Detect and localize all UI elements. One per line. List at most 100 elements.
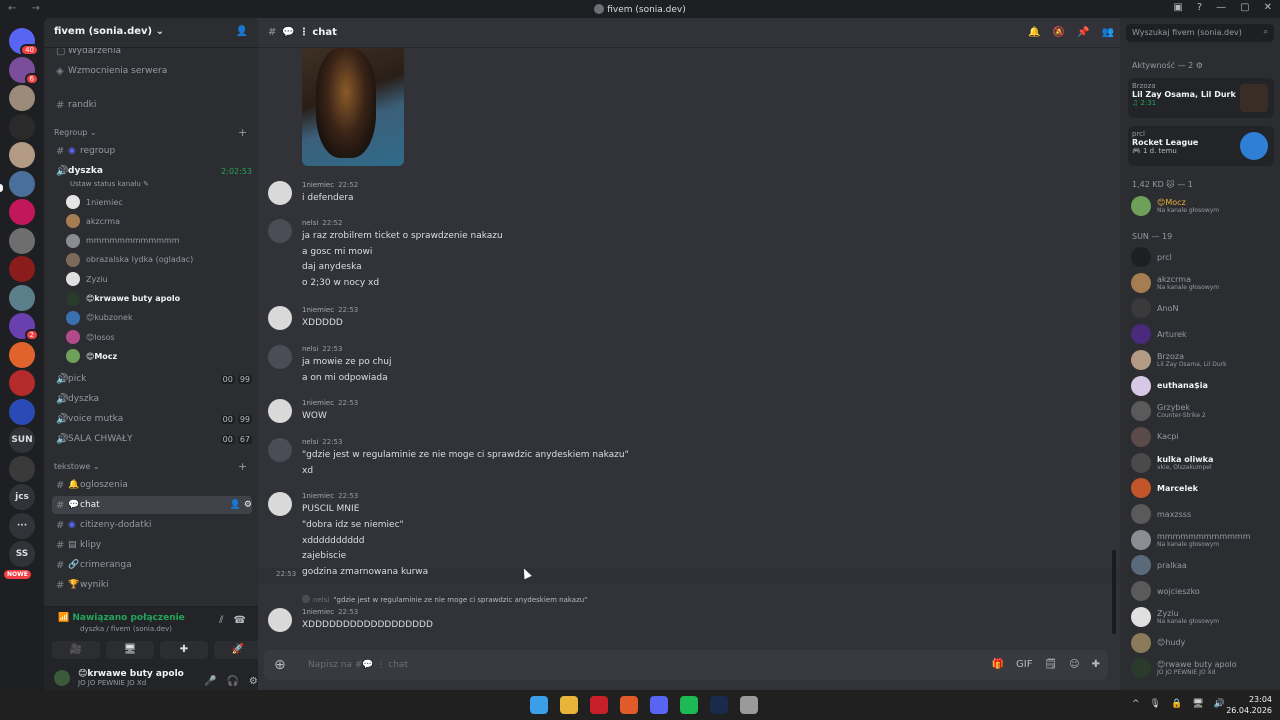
- inbox-icon[interactable]: ▣: [1173, 2, 1182, 13]
- channel-randki[interactable]: # randki: [52, 96, 252, 114]
- server-icon[interactable]: [9, 398, 35, 425]
- taskbar-app-windows[interactable]: [530, 696, 548, 714]
- gear-icon[interactable]: ⚙: [244, 500, 252, 510]
- taskbar-app-chrome[interactable]: [740, 696, 758, 714]
- emoji-icon[interactable]: ☺: [1069, 659, 1079, 670]
- channel-chat[interactable]: # 💬 chat 👤 ⚙: [52, 496, 252, 514]
- voice-user[interactable]: 1niemiec: [66, 194, 123, 210]
- disconnect-icon[interactable]: ☎: [234, 615, 246, 626]
- member-item[interactable]: 😊hudy: [1128, 631, 1276, 655]
- activity-card[interactable]: prcl Rocket League 🎮 1 d. temu: [1128, 126, 1274, 166]
- voice-user[interactable]: akzcrma: [66, 213, 120, 229]
- channel-events[interactable]: ▢ Wydarzenia: [52, 48, 252, 60]
- author-name[interactable]: nelsi: [302, 219, 318, 227]
- gif-icon[interactable]: GIF: [1016, 659, 1032, 670]
- server-icon[interactable]: ···: [9, 512, 35, 539]
- server-icon[interactable]: 6: [9, 56, 39, 85]
- server-icon[interactable]: [9, 227, 35, 254]
- add-channel-icon[interactable]: +: [238, 126, 247, 139]
- author-name[interactable]: 1niemiec: [302, 306, 334, 314]
- voice-channel-sala[interactable]: 🔊 SALA CHWAŁY 00 67: [52, 430, 252, 448]
- member-item[interactable]: Arturek: [1128, 322, 1276, 346]
- author-name[interactable]: 1niemiec: [302, 492, 334, 500]
- attached-image[interactable]: [302, 48, 404, 166]
- maximize-button[interactable]: ▢: [1240, 2, 1249, 13]
- author-name[interactable]: nelsi: [302, 345, 318, 353]
- avatar[interactable]: [268, 608, 292, 632]
- taskbar-app-acrobat[interactable]: [590, 696, 608, 714]
- screen-share-button[interactable]: 🖥: [106, 641, 154, 659]
- reply-reference[interactable]: nelsi "gdzie jest w regulaminie ze nie mo…: [302, 595, 587, 604]
- server-icon[interactable]: [9, 85, 35, 111]
- avatar[interactable]: [268, 399, 292, 423]
- voice-user[interactable]: obrazalska lydka (ogladac): [66, 252, 193, 268]
- member-item[interactable]: prcl: [1128, 245, 1276, 269]
- lock-icon[interactable]: 🔒: [1171, 699, 1182, 709]
- channel-ogloszenia[interactable]: # 🔔 ogloszenia: [52, 476, 252, 494]
- channel-regroup[interactable]: # ◉ regroup: [52, 142, 252, 160]
- clock[interactable]: 23:04 26.04.2026: [1226, 694, 1272, 716]
- apps-icon[interactable]: ✚: [1092, 659, 1100, 670]
- server-icon[interactable]: 40: [9, 28, 39, 56]
- server-icon[interactable]: [9, 113, 35, 140]
- member-item[interactable]: AnoN: [1128, 296, 1276, 320]
- sticker-icon[interactable]: 🗒: [1044, 659, 1057, 670]
- avatar[interactable]: [268, 181, 292, 205]
- voice-channel-dyszka-2[interactable]: 🔊 dyszka: [52, 390, 252, 408]
- scrollbar[interactable]: [1112, 550, 1116, 634]
- taskbar-app-steam[interactable]: [710, 696, 728, 714]
- voice-channel-mutka[interactable]: 🔊 voice mutka 00 99: [52, 410, 252, 428]
- member-item[interactable]: maxzsss: [1128, 502, 1276, 526]
- avatar[interactable]: [268, 492, 292, 516]
- server-icon[interactable]: SS: [9, 541, 35, 567]
- voice-user[interactable]: 😊Mocz: [66, 348, 117, 364]
- add-member-icon[interactable]: 👤: [236, 26, 248, 39]
- noise-suppression-icon[interactable]: ⫽: [219, 615, 223, 626]
- voice-user[interactable]: Zyziu: [66, 271, 108, 287]
- taskbar-app-explorer[interactable]: [560, 696, 578, 714]
- activity-card[interactable]: Brzoza Lil Zay Osama, Lil Durk ♫ 2:31: [1128, 78, 1274, 118]
- avatar[interactable]: [268, 438, 292, 462]
- category-tekstowe[interactable]: tekstowe ⌄ +: [54, 460, 247, 473]
- server-icon[interactable]: [9, 341, 35, 368]
- mute-icon[interactable]: 🔕: [1053, 27, 1065, 38]
- pin-icon[interactable]: 📌: [1077, 27, 1089, 38]
- member-item[interactable]: Kacpi: [1128, 425, 1276, 449]
- member-item[interactable]: euthana$ia: [1128, 374, 1276, 398]
- monitor-icon[interactable]: 🖥: [1192, 699, 1203, 709]
- add-attachment-icon[interactable]: ⊕: [274, 657, 294, 673]
- member-item[interactable]: 😊Mocz Na kanale głosowym: [1128, 194, 1276, 218]
- server-icon[interactable]: [9, 199, 35, 225]
- activities-button[interactable]: ✚: [160, 641, 208, 659]
- message-composer[interactable]: ⊕ Napisz na #💬 ⋮ chat 🎁 GIF 🗒 ☺ ✚: [264, 650, 1108, 680]
- gear-icon[interactable]: ⚙: [249, 676, 258, 687]
- headphones-icon[interactable]: 🎧: [226, 676, 238, 687]
- camera-button[interactable]: 🎥: [52, 641, 100, 659]
- author-name[interactable]: 1niemiec: [302, 399, 334, 407]
- taskbar-app-brave[interactable]: [620, 696, 638, 714]
- voice-user[interactable]: 😊kubzonek: [66, 310, 133, 326]
- close-button[interactable]: ✕: [1264, 2, 1272, 13]
- server-icon[interactable]: [9, 370, 35, 396]
- channel-crimeranga[interactable]: # 🔗 crimeranga: [52, 556, 252, 574]
- avatar[interactable]: [268, 345, 292, 369]
- connection-detail[interactable]: dyszka / fivem (sonia.dev): [80, 625, 172, 633]
- voice-channel-dyszka[interactable]: 🔊 dyszka 2:02:53: [52, 162, 252, 180]
- server-icon[interactable]: [9, 170, 35, 197]
- minimize-button[interactable]: —: [1216, 2, 1226, 13]
- taskbar-app-spotify[interactable]: [680, 696, 698, 714]
- channel-wyniki[interactable]: # 🏆 wyniki: [52, 576, 252, 594]
- help-icon[interactable]: ?: [1197, 2, 1202, 13]
- invite-icon[interactable]: 👤: [230, 500, 241, 510]
- server-icon[interactable]: [9, 142, 35, 168]
- volume-icon[interactable]: 🔊: [1214, 699, 1225, 709]
- member-list-icon[interactable]: 👥: [1102, 27, 1114, 38]
- mic-icon[interactable]: 🎙: [1150, 699, 1161, 709]
- member-item[interactable]: Marcelek: [1128, 476, 1276, 500]
- voice-user[interactable]: 😊krwawe buty apolo: [66, 291, 180, 307]
- server-icon[interactable]: jcs: [9, 484, 35, 510]
- member-item[interactable]: Brzoza Lil Zay Osama, Lil Durk: [1128, 348, 1276, 372]
- member-item[interactable]: akzcrma Na kanale głosowym: [1128, 271, 1276, 295]
- author-name[interactable]: nelsi: [302, 438, 318, 446]
- set-channel-status[interactable]: Ustaw status kanału ✎: [70, 180, 149, 188]
